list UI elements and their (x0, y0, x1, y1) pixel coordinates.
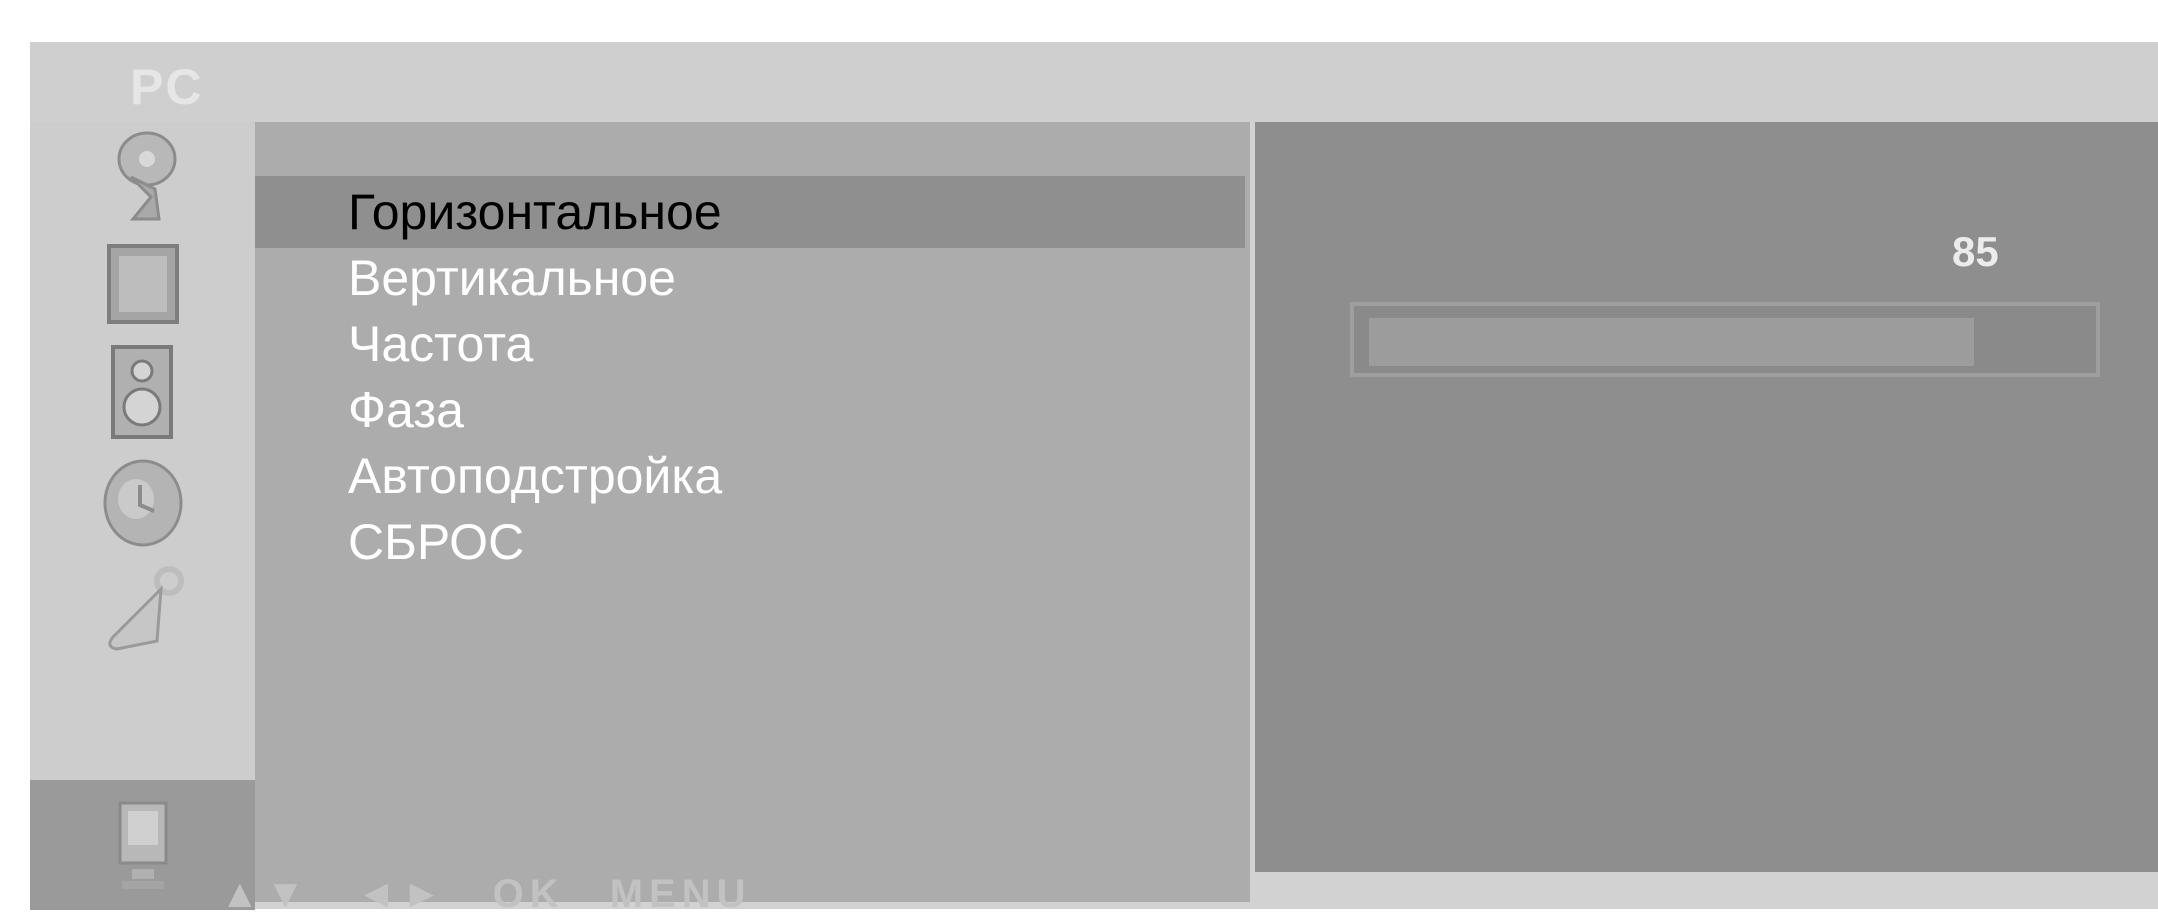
osd-header: PC (30, 42, 2158, 122)
menu-item-reset[interactable]: СБРОС (255, 506, 1245, 578)
menu-item-label: Горизонтальное (348, 184, 722, 240)
picture-icon (106, 244, 179, 324)
menu-item-label: Частота (348, 316, 534, 372)
menu-item-horizontal[interactable]: Горизонтальное (255, 176, 1245, 248)
speaker-icon (110, 345, 173, 439)
navigation-hint: ▲▼ ◄► OK MENU (220, 872, 752, 916)
pc-settings-menu: Горизонтальное Вертикальное Частота Фаза… (255, 122, 1250, 902)
value-adjust-panel: 85 (1255, 122, 2158, 872)
menu-item-clock[interactable]: Частота (255, 308, 1245, 380)
menu-item-label: Автоподстройка (348, 448, 723, 504)
menu-item-label: Фаза (348, 382, 464, 438)
slider-fill (1369, 318, 1974, 366)
category-audio[interactable] (30, 338, 255, 448)
pc-osd-menu: PC Горизонтальное Вертикальное Частота Ф… (30, 42, 2158, 916)
menu-item-label: СБРОС (348, 514, 525, 570)
antenna-icon (117, 131, 176, 221)
category-icon-column (30, 122, 255, 910)
category-time[interactable] (30, 446, 255, 556)
category-picture[interactable] (30, 230, 255, 340)
value-slider[interactable] (1350, 302, 2100, 377)
current-value: 85 (1952, 228, 1999, 275)
wrench-icon (107, 566, 184, 651)
category-option[interactable] (30, 554, 255, 664)
menu-item-auto-config[interactable]: Автоподстройка (255, 440, 1245, 512)
menu-title: PC (130, 59, 204, 115)
menu-item-vertical[interactable]: Вертикальное (255, 242, 1245, 314)
menu-item-phase[interactable]: Фаза (255, 374, 1245, 446)
clock-icon (103, 459, 182, 547)
category-antenna[interactable] (30, 122, 255, 232)
osd-footer: ▲▼ ◄► OK MENU (30, 872, 2158, 916)
menu-item-label: Вертикальное (348, 250, 676, 306)
